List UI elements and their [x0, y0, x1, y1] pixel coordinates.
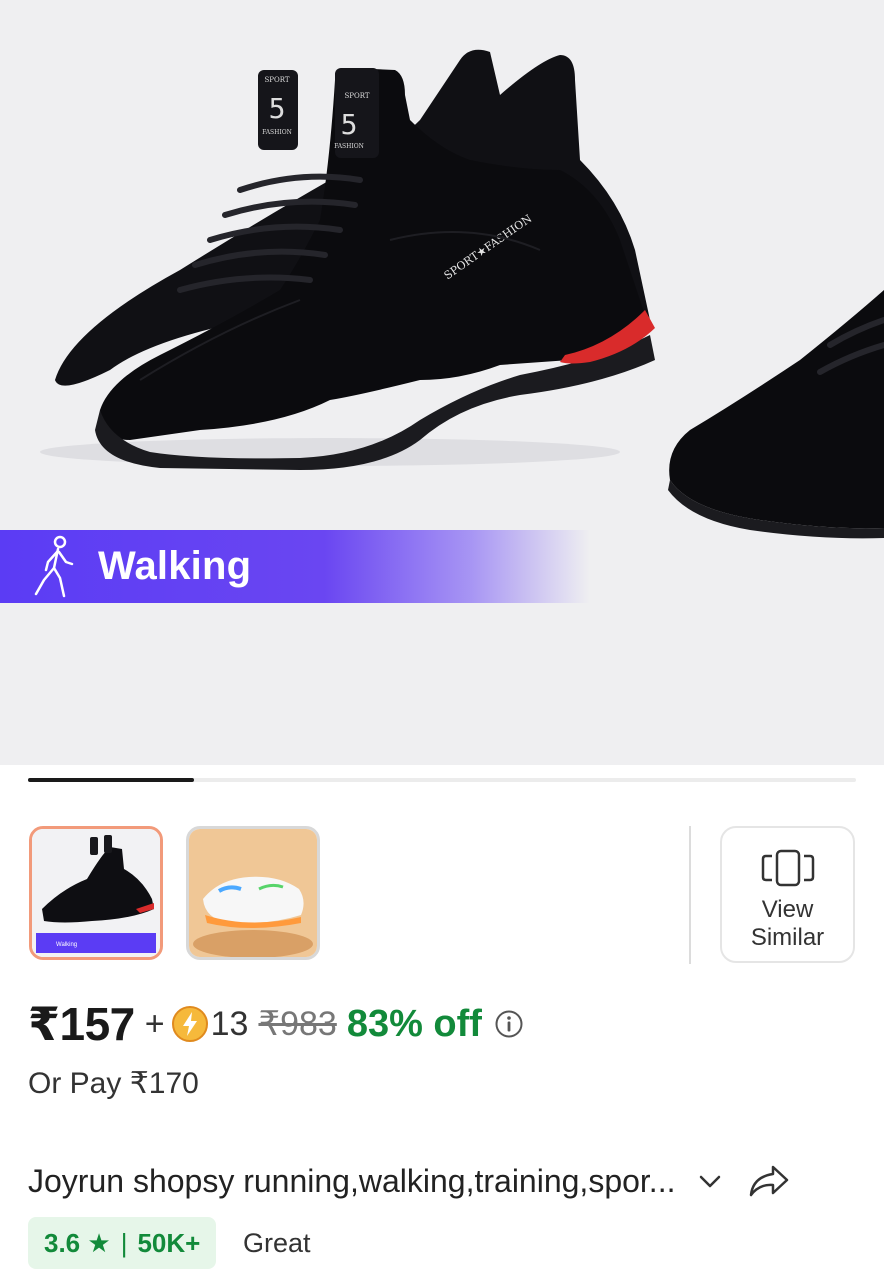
rating-separator: | — [120, 1227, 128, 1258]
tongue-bottom-text: FASHION — [262, 129, 292, 136]
or-pay-price: Or Pay ₹170 — [28, 1067, 199, 1100]
walking-banner: Walking — [0, 530, 590, 603]
thumbnail-1-image: Walking — [32, 829, 160, 957]
thumbnail-divider — [689, 826, 691, 964]
mrp-price: ₹983 — [258, 1005, 337, 1043]
view-similar-line2: Similar — [750, 924, 825, 951]
tongue-number-text: 5 — [269, 92, 286, 125]
rating-label: Great — [243, 1228, 311, 1258]
chevron-down-icon[interactable] — [695, 1166, 725, 1196]
product-title-row: Joyrun shopsy running,walking,training,s… — [28, 1158, 856, 1204]
product-title[interactable]: Joyrun shopsy running,walking,training,s… — [28, 1163, 675, 1200]
thumbnail-2[interactable] — [186, 826, 320, 960]
rating-count: 50K+ — [137, 1227, 201, 1258]
carousel-progress-fill — [28, 778, 194, 782]
discount-percent: 83% off — [346, 1002, 482, 1045]
tongue2-bottom-text: FASHION — [334, 143, 364, 150]
thumbnail-1-label: Walking — [56, 942, 77, 948]
tongue2-top-text: SPORT — [344, 92, 369, 100]
walking-label: Walking — [98, 544, 252, 588]
plus-sign: + — [144, 1004, 165, 1043]
view-similar-line1: View — [761, 896, 814, 923]
product-image-carousel[interactable]: SPORT 5 FASHION SPORT 5 FASHION SPORT★FA… — [0, 0, 884, 765]
view-similar-icon — [761, 849, 814, 887]
carousel-progress — [28, 778, 856, 782]
coin-amount: 13 — [210, 1004, 249, 1043]
thumbnail-1[interactable]: Walking — [29, 826, 163, 960]
tongue-top-text: SPORT — [264, 76, 289, 84]
price-row: ₹157 + 13 ₹983 83% off — [28, 996, 524, 1052]
rating-badge[interactable]: 3.6 ★ | 50K+ — [28, 1217, 217, 1269]
tongue2-number-text: 5 — [341, 108, 358, 141]
product-image: SPORT 5 FASHION SPORT 5 FASHION SPORT★FA… — [40, 49, 884, 539]
rating-score: 3.6 ★ — [44, 1227, 111, 1258]
coin-icon — [171, 1006, 208, 1042]
selling-price: ₹157 — [28, 998, 135, 1050]
view-similar-button[interactable]: View Similar — [720, 826, 855, 963]
walker-icon — [34, 535, 74, 597]
thumbnail-2-image — [189, 829, 317, 957]
share-icon[interactable] — [747, 1161, 791, 1201]
info-icon[interactable] — [494, 1009, 524, 1039]
